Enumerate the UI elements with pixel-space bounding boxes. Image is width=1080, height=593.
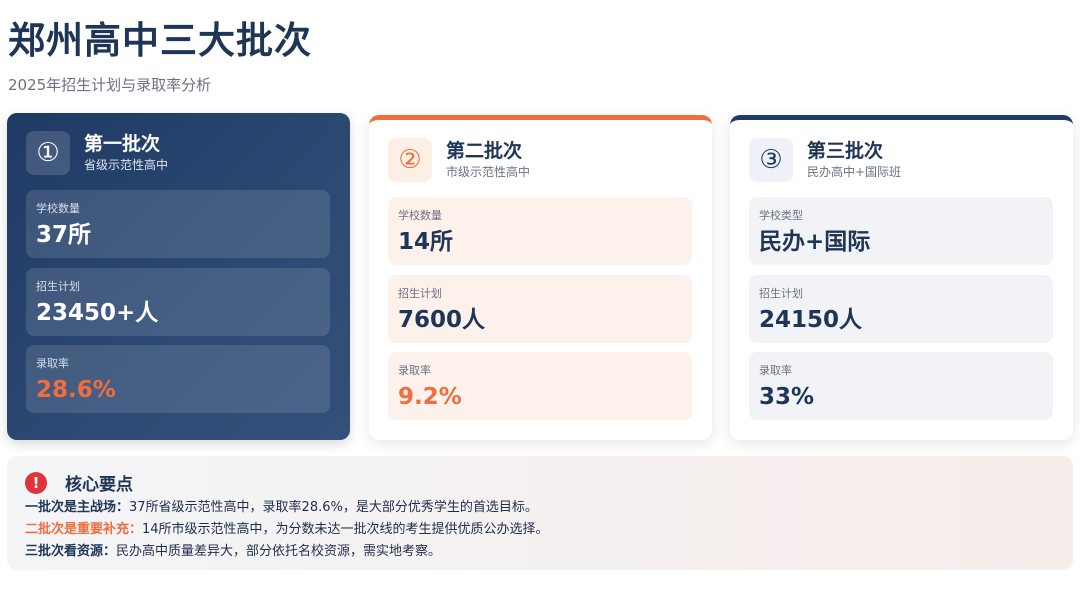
stat-label: 招生计划 xyxy=(398,287,442,300)
key-point-line: 二批次是重要补充：14所市级示范性高中，为分数未达一批次线的考生提供优质公办选择… xyxy=(25,519,1055,541)
key-points-panel: ! 核心要点 一批次是主战场：37所省级示范性高中，录取率28.6%，是大部分优… xyxy=(7,456,1073,570)
stat-label: 学校数量 xyxy=(36,202,80,215)
stat-label: 学校类型 xyxy=(759,209,803,222)
stat-label: 学校数量 xyxy=(398,209,442,222)
batch-card-third: ③ 第三批次 民办高中+国际班 学校类型 民办+国际 招生计划 24150人 录… xyxy=(730,115,1073,440)
card-subtitle: 民办高中+国际班 xyxy=(807,165,902,179)
key-point-line: 一批次是主战场：37所省级示范性高中，录取率28.6%，是大部分优秀学生的首选目… xyxy=(25,497,1055,519)
stat-label: 录取率 xyxy=(36,357,69,370)
card-title: 第三批次 xyxy=(807,140,884,162)
circled-number-three-icon: ③ xyxy=(749,138,793,182)
stat-value: 23450+人 xyxy=(36,300,159,326)
stat-admission-rate: 录取率 28.6% xyxy=(26,345,330,413)
stat-label: 招生计划 xyxy=(759,287,803,300)
stat-admission-rate: 录取率 33% xyxy=(749,352,1053,420)
stat-value: 37所 xyxy=(36,222,92,248)
stat-label: 招生计划 xyxy=(36,280,80,293)
page-subtitle: 2025年招生计划与录取率分析 xyxy=(8,76,212,94)
stat-school-count: 学校数量 37所 xyxy=(26,190,330,258)
key-point-text: 民办高中质量差异大，部分依托名校资源，需实地考察。 xyxy=(116,544,442,559)
card-header: ② 第二批次 市级示范性高中 xyxy=(388,138,530,182)
stat-admission-rate: 录取率 9.2% xyxy=(388,352,692,420)
key-points-title: 核心要点 xyxy=(65,475,133,495)
card-title: 第二批次 xyxy=(446,140,523,162)
stat-label: 录取率 xyxy=(398,364,431,377)
key-point-line: 三批次看资源：民办高中质量差异大，部分依托名校资源，需实地考察。 xyxy=(25,541,1055,563)
key-point-key: 二批次是重要补充： xyxy=(25,522,143,537)
key-point-text: 37所省级示范性高中，录取率28.6%，是大部分优秀学生的首选目标。 xyxy=(129,500,538,515)
card-subtitle: 市级示范性高中 xyxy=(446,165,531,179)
page-title: 郑州高中三大批次 xyxy=(8,19,312,62)
key-point-key: 一批次是主战场： xyxy=(25,500,130,515)
stat-value: 9.2% xyxy=(398,384,462,410)
stat-school-count: 学校数量 14所 xyxy=(388,197,692,265)
stat-enrollment-plan: 招生计划 24150人 xyxy=(749,275,1053,343)
alert-icon: ! xyxy=(25,471,47,494)
stat-value: 民办+国际 xyxy=(759,229,871,255)
card-header: ① 第一批次 省级示范性高中 xyxy=(26,131,168,175)
stat-value: 7600人 xyxy=(398,307,486,333)
batch-card-first: ① 第一批次 省级示范性高中 学校数量 37所 招生计划 23450+人 录取率… xyxy=(7,113,350,440)
stat-enrollment-plan: 招生计划 7600人 xyxy=(388,275,692,343)
circled-number-one-icon: ① xyxy=(26,131,70,175)
batch-card-second: ② 第二批次 市级示范性高中 学校数量 14所 招生计划 7600人 录取率 9… xyxy=(369,115,712,440)
stat-value: 24150人 xyxy=(759,307,863,333)
card-title: 第一批次 xyxy=(84,133,161,155)
stat-value: 33% xyxy=(759,384,815,410)
card-subtitle: 省级示范性高中 xyxy=(84,158,169,172)
key-point-key: 三批次看资源： xyxy=(25,544,117,559)
stat-label: 录取率 xyxy=(759,364,792,377)
card-header: ③ 第三批次 民办高中+国际班 xyxy=(749,138,901,182)
stat-value: 28.6% xyxy=(36,377,116,403)
key-point-text: 14所市级示范性高中，为分数未达一批次线的考生提供优质公办选择。 xyxy=(142,522,549,537)
stat-school-type: 学校类型 民办+国际 xyxy=(749,197,1053,265)
stat-value: 14所 xyxy=(398,229,454,255)
circled-number-two-icon: ② xyxy=(388,138,432,182)
stat-enrollment-plan: 招生计划 23450+人 xyxy=(26,268,330,336)
